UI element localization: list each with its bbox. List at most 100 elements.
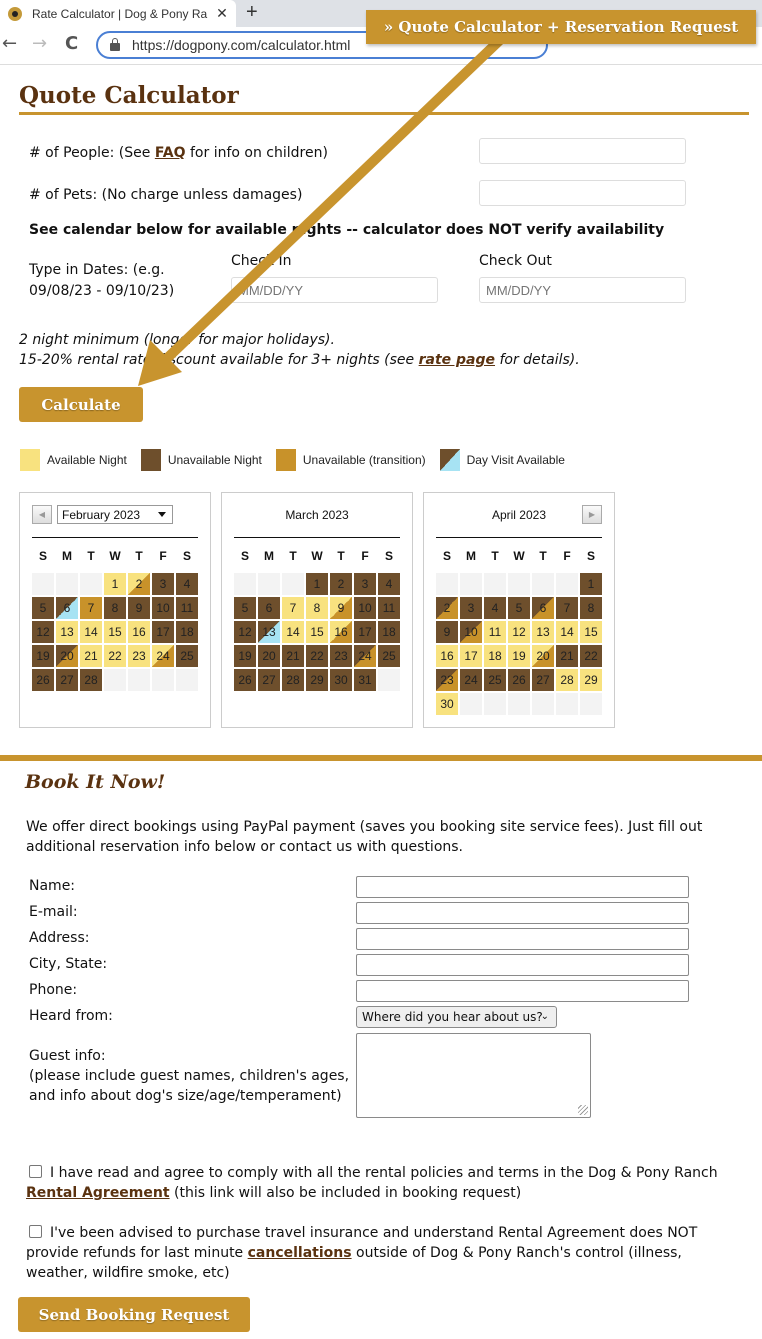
calendar-day-avail[interactable]: 22 [104,645,126,667]
calendar-day-avail[interactable]: 11 [484,621,506,643]
name-input[interactable] [356,876,689,898]
checkin-input[interactable] [231,277,438,303]
calendar-day-unavail-trans[interactable]: 20 [56,645,78,667]
new-tab-button[interactable]: + [246,1,258,24]
calendar-day-unavail[interactable]: 19 [234,645,256,667]
calendar-day-avail[interactable]: 15 [104,621,126,643]
calendar-day-unavail[interactable]: 8 [104,597,126,619]
calendar-day-unavail[interactable]: 28 [282,669,304,691]
calendar-day-unavail[interactable]: 11 [378,597,400,619]
calendar-day-unavail[interactable]: 29 [306,669,328,691]
calendar-day-avail-trans[interactable]: 20 [532,645,554,667]
calendar-day-unavail[interactable]: 5 [508,597,530,619]
calendar-day-unavail[interactable]: 9 [128,597,150,619]
calendar-day-unavail-trans[interactable]: 6 [532,597,554,619]
previous-month-icon[interactable]: ◀ [32,505,52,524]
calendar-day-unavail[interactable]: 18 [378,621,400,643]
send-booking-request-button[interactable]: Send Booking Request [18,1297,250,1332]
calendar-day-unavail[interactable]: 27 [258,669,280,691]
checkout-input[interactable] [479,277,686,303]
calendar-day-unavail[interactable]: 10 [152,597,174,619]
calendar-day-avail[interactable]: 14 [282,621,304,643]
resize-handle-icon[interactable] [578,1105,588,1115]
calendar-day-avail-trans[interactable]: 16 [330,621,352,643]
calendar-day-unavail[interactable]: 27 [532,669,554,691]
calendar-day-unavail[interactable]: 5 [32,597,54,619]
calendar-day-unavail[interactable]: 27 [56,669,78,691]
pets-input[interactable] [479,180,686,206]
back-arrow-icon[interactable]: ← [2,33,17,54]
calendar-day-trans[interactable]: 7 [80,597,102,619]
calendar-day-avail[interactable]: 13 [56,621,78,643]
calendar-day-avail[interactable]: 19 [508,645,530,667]
calendar-day-unavail[interactable]: 5 [234,597,256,619]
calendar-day-avail-trans[interactable]: 2 [128,573,150,595]
calendar-day-avail[interactable]: 14 [556,621,578,643]
calendar-day-unavail[interactable]: 25 [176,645,198,667]
calendar-day-unavail-trans[interactable]: 10 [460,621,482,643]
calendar-day-unavail[interactable]: 24 [460,669,482,691]
calendar-day-unavail[interactable]: 4 [378,573,400,595]
email-input[interactable] [356,902,689,924]
calendar-day-unavail[interactable]: 31 [354,669,376,691]
calendar-day-unavail[interactable]: 22 [306,645,328,667]
browser-tab[interactable]: Rate Calculator | Dog & Pony Ra ✕ [0,0,236,27]
calendar-day-unavail[interactable]: 8 [580,597,602,619]
calendar-day-avail[interactable]: 1 [104,573,126,595]
calendar-day-unavail[interactable]: 17 [354,621,376,643]
calendar-day-avail[interactable]: 16 [436,645,458,667]
calendar-day-unavail[interactable]: 6 [258,597,280,619]
calendar-day-unavail[interactable]: 25 [484,669,506,691]
calendar-day-unavail[interactable]: 11 [176,597,198,619]
calendar-day-avail[interactable]: 30 [436,693,458,715]
calendar-day-unavail[interactable]: 17 [152,621,174,643]
calendar-day-unavail[interactable]: 2 [330,573,352,595]
calendar-day-unavail[interactable]: 3 [152,573,174,595]
calendar-day-unavail-trans[interactable]: 2 [436,597,458,619]
calendar-day-avail[interactable]: 7 [282,597,304,619]
calendar-day-unavail[interactable]: 19 [32,645,54,667]
calendar-day-day[interactable]: 13 [258,621,280,643]
close-tab-icon[interactable]: ✕ [212,5,232,22]
travel-insurance-checkbox[interactable] [29,1225,42,1238]
calendar-day-avail[interactable]: 21 [80,645,102,667]
faq-link[interactable]: FAQ [155,145,186,161]
calendar-day-unavail[interactable]: 22 [580,645,602,667]
calendar-day-unavail[interactable]: 7 [556,597,578,619]
calendar-day-unavail-trans[interactable]: 23 [436,669,458,691]
calendar-day-avail[interactable]: 28 [556,669,578,691]
city-state-input[interactable] [356,954,689,976]
cancellations-link[interactable]: cancellations [248,1245,352,1261]
calendar-day-day[interactable]: 6 [56,597,78,619]
calendar-day-unavail[interactable]: 1 [306,573,328,595]
calendar-day-unavail[interactable]: 1 [580,573,602,595]
forward-arrow-icon[interactable]: → [32,33,47,54]
heard-from-select[interactable]: Where did you hear about us? ⌄ [356,1006,557,1028]
calendar-day-avail[interactable]: 15 [580,621,602,643]
calendar-day-avail-trans[interactable]: 9 [330,597,352,619]
calendar-day-unavail[interactable]: 18 [176,621,198,643]
calendar-day-unavail[interactable]: 3 [354,573,376,595]
calendar-day-unavail[interactable]: 10 [354,597,376,619]
calendar-day-avail[interactable]: 13 [532,621,554,643]
calendar-day-unavail[interactable]: 21 [556,645,578,667]
calendar-day-avail[interactable]: 14 [80,621,102,643]
guest-info-textarea[interactable] [356,1033,591,1118]
calendar-day-unavail[interactable]: 9 [436,621,458,643]
calendar-day-unavail[interactable]: 26 [234,669,256,691]
calendar-day-unavail[interactable]: 3 [460,597,482,619]
calendar-day-unavail[interactable]: 26 [508,669,530,691]
calendar-day-unavail[interactable]: 20 [258,645,280,667]
people-input[interactable] [479,138,686,164]
rental-agreement-link[interactable]: Rental Agreement [26,1185,170,1201]
reload-icon[interactable]: C [65,33,78,54]
calendar-day-avail[interactable]: 23 [128,645,150,667]
calendar-day-unavail[interactable]: 4 [176,573,198,595]
calendar-day-unavail[interactable]: 25 [378,645,400,667]
calendar-day-unavail[interactable]: 4 [484,597,506,619]
calendar-day-unavail[interactable]: 23 [330,645,352,667]
calendar-day-avail[interactable]: 17 [460,645,482,667]
calendar-day-avail-trans[interactable]: 24 [152,645,174,667]
calendar-day-unavail[interactable]: 21 [282,645,304,667]
calendar-day-unavail[interactable]: 26 [32,669,54,691]
